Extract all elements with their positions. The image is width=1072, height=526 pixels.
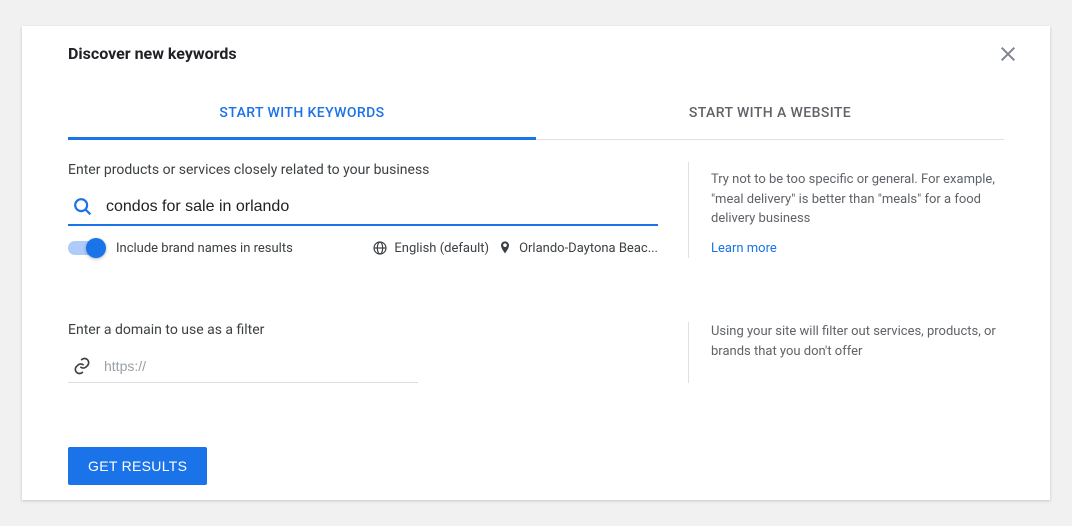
close-button[interactable]: [996, 42, 1020, 66]
search-icon: [72, 196, 94, 218]
page-title: Discover new keywords: [68, 44, 237, 63]
link-icon: [72, 356, 92, 376]
tab-website[interactable]: START WITH A WEBSITE: [536, 91, 1004, 139]
domain-help-text: Using your site will filter out services…: [711, 322, 1004, 361]
keywords-label: Enter products or services closely relat…: [68, 162, 658, 178]
domain-input[interactable]: [104, 358, 418, 374]
language-label: English (default): [394, 241, 489, 256]
brand-toggle-label: Include brand names in results: [116, 241, 293, 256]
close-icon: [996, 51, 1020, 70]
domain-field[interactable]: [68, 350, 418, 383]
domain-label: Enter a domain to use as a filter: [68, 322, 658, 338]
tabs: START WITH KEYWORDS START WITH A WEBSITE: [68, 91, 1004, 140]
get-results-button[interactable]: GET RESULTS: [68, 447, 207, 485]
tab-keywords[interactable]: START WITH KEYWORDS: [68, 91, 536, 140]
language-selector[interactable]: English (default): [372, 240, 489, 256]
keywords-input[interactable]: [106, 198, 658, 216]
keywords-field[interactable]: [68, 190, 658, 226]
pin-icon: [497, 240, 513, 256]
globe-icon: [372, 240, 388, 256]
learn-more-link[interactable]: Learn more: [711, 239, 777, 259]
location-selector[interactable]: Orlando-Daytona Beac...: [497, 240, 658, 256]
keywords-help-text: Try not to be too specific or general. F…: [711, 170, 1004, 229]
location-label: Orlando-Daytona Beac...: [519, 241, 658, 256]
brand-toggle[interactable]: [68, 241, 104, 255]
